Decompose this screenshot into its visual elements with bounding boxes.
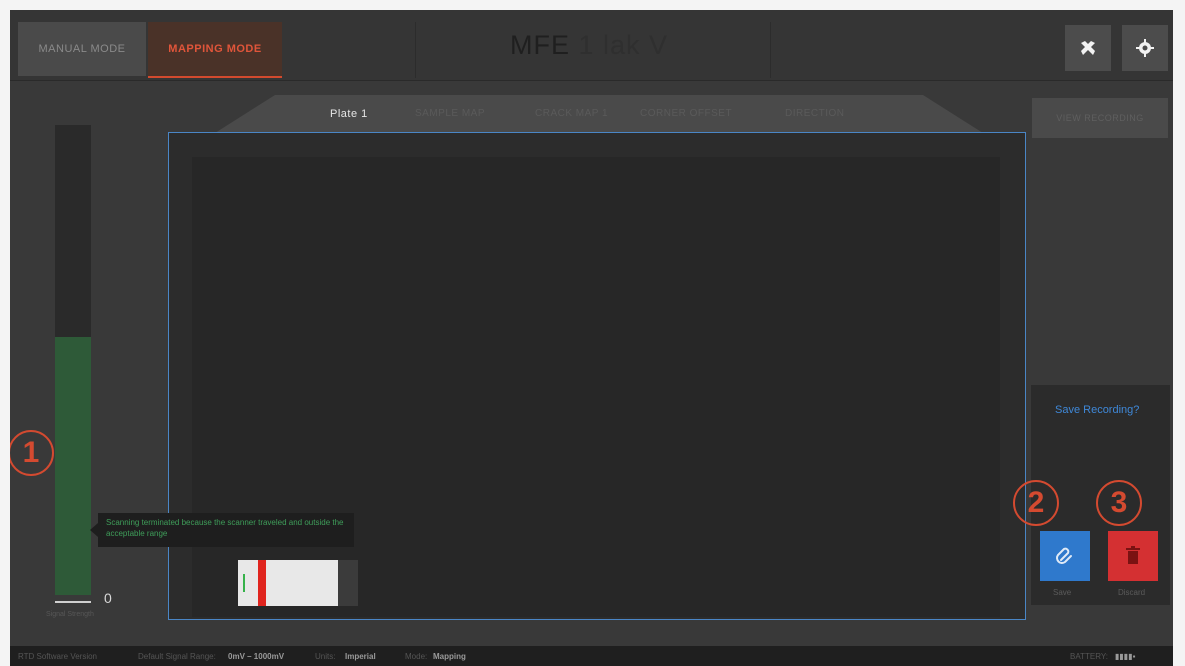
mode-value: Mapping xyxy=(433,652,466,661)
units-value: Imperial xyxy=(345,652,376,661)
meter-zero-line xyxy=(55,601,91,603)
trash-icon xyxy=(1126,546,1140,564)
thumbnail-red-band xyxy=(258,560,266,606)
signal-range-value: 0mV – 1000mV xyxy=(228,652,285,661)
tab-direction[interactable]: DIRECTION xyxy=(785,108,845,119)
signal-range-label: Default Signal Range: xyxy=(138,652,216,661)
app-window: MANUAL MODE MAPPING MODE MFE 1 lak V Pla… xyxy=(10,10,1173,666)
meter-caption: Signal Strength xyxy=(46,611,94,618)
save-recording-title: Save Recording? xyxy=(1055,404,1140,416)
callout-2: 2 xyxy=(1013,480,1059,526)
tab-sample-map[interactable]: SAMPLE MAP xyxy=(415,108,485,119)
mini-scan-thumbnail[interactable] xyxy=(238,560,358,606)
battery-label: BATTERY: xyxy=(1070,652,1108,661)
top-bar: MANUAL MODE MAPPING MODE MFE 1 lak V xyxy=(10,10,1173,81)
tools-button[interactable] xyxy=(1065,25,1111,71)
view-recording-button[interactable]: VIEW RECORDING xyxy=(1032,98,1168,138)
meter-zero-label: 0 xyxy=(104,590,112,606)
paperclip-icon xyxy=(1056,547,1072,564)
software-version-label: RTD Software Version xyxy=(18,652,97,661)
units-label: Units: xyxy=(315,652,336,661)
thumbnail-dark-edge xyxy=(338,560,358,606)
tab-corner-offset[interactable]: CORNER OFFSET xyxy=(640,108,732,119)
app-title: MFE 1 lak V xyxy=(510,30,668,61)
signal-meter xyxy=(55,125,91,595)
callout-3: 3 xyxy=(1096,480,1142,526)
mapping-mode-button[interactable]: MAPPING MODE xyxy=(148,22,282,78)
discard-button[interactable] xyxy=(1108,531,1158,581)
gear-icon xyxy=(1136,39,1154,57)
save-button-label: Save xyxy=(1053,588,1072,597)
divider xyxy=(415,22,416,78)
save-button[interactable] xyxy=(1040,531,1090,581)
thumbnail-green-mark xyxy=(243,574,245,592)
tools-icon xyxy=(1081,41,1095,55)
manual-mode-button[interactable]: MANUAL MODE xyxy=(18,22,146,76)
mode-label: Mode: xyxy=(405,652,428,661)
callout-1: 1 xyxy=(10,430,54,476)
tab-crack-map[interactable]: CRACK MAP 1 xyxy=(535,108,608,119)
scan-warning-tooltip: Scanning terminated because the scanner … xyxy=(90,513,354,547)
status-bar: RTD Software Version Default Signal Rang… xyxy=(10,646,1173,666)
app-title-rest: 1 lak V xyxy=(578,30,669,60)
discard-button-label: Discard xyxy=(1118,588,1146,597)
settings-button[interactable] xyxy=(1122,25,1168,71)
divider xyxy=(770,22,771,78)
battery-indicator: ▮▮▮▮▪ xyxy=(1115,652,1136,661)
map-canvas[interactable] xyxy=(192,157,1000,617)
app-title-main: MFE xyxy=(510,30,570,60)
signal-meter-fill xyxy=(55,336,91,595)
tab-plate-1[interactable]: Plate 1 xyxy=(330,108,368,120)
